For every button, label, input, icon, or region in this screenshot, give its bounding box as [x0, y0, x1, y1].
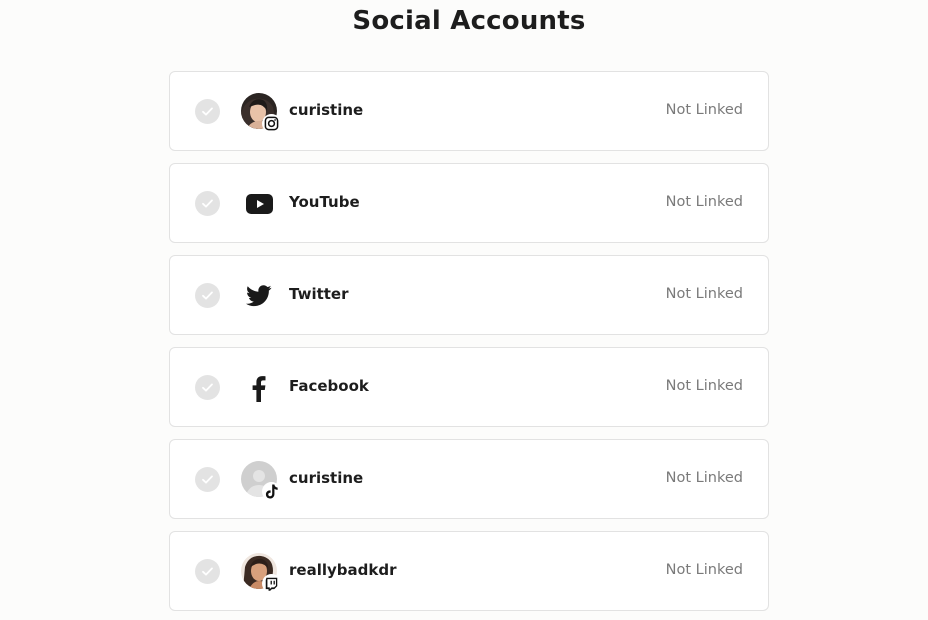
- account-row-youtube[interactable]: YouTube Not Linked: [169, 163, 769, 243]
- twitter-icon: [243, 281, 275, 311]
- social-accounts-page: Social Accounts curistine Not Linked You…: [0, 0, 928, 620]
- avatar: [241, 461, 281, 501]
- link-status: Not Linked: [665, 470, 743, 486]
- check-icon: [202, 567, 213, 576]
- link-status: Not Linked: [665, 194, 743, 210]
- check-icon: [202, 107, 213, 116]
- twitch-icon: [262, 574, 281, 593]
- account-name: Twitter: [289, 285, 349, 303]
- account-row-twitch[interactable]: reallybadkdr Not Linked: [169, 531, 769, 611]
- account-name: YouTube: [289, 193, 360, 211]
- check-icon: [202, 291, 213, 300]
- tiktok-icon: [262, 482, 281, 501]
- check-icon: [202, 199, 213, 208]
- avatar: [241, 553, 281, 593]
- checkbox[interactable]: [195, 375, 220, 400]
- checkbox[interactable]: [195, 191, 220, 216]
- account-list: curistine Not Linked YouTube Not Linked: [169, 71, 769, 620]
- link-status: Not Linked: [665, 378, 743, 394]
- account-name: curistine: [289, 469, 364, 487]
- account-name: Facebook: [289, 377, 369, 395]
- account-name: curistine: [289, 101, 364, 119]
- checkbox[interactable]: [195, 99, 220, 124]
- link-status: Not Linked: [665, 102, 743, 118]
- page-title: Social Accounts: [352, 6, 586, 36]
- account-row-twitter[interactable]: Twitter Not Linked: [169, 255, 769, 335]
- youtube-icon: [243, 189, 275, 219]
- link-status: Not Linked: [665, 286, 743, 302]
- account-row-instagram[interactable]: curistine Not Linked: [169, 71, 769, 151]
- checkbox[interactable]: [195, 559, 220, 584]
- account-row-tiktok[interactable]: curistine Not Linked: [169, 439, 769, 519]
- account-row-facebook[interactable]: Facebook Not Linked: [169, 347, 769, 427]
- avatar: [241, 93, 281, 133]
- check-icon: [202, 383, 213, 392]
- checkbox[interactable]: [195, 283, 220, 308]
- account-name: reallybadkdr: [289, 561, 397, 579]
- link-status: Not Linked: [665, 562, 743, 578]
- check-icon: [202, 475, 213, 484]
- instagram-icon: [262, 114, 281, 133]
- checkbox[interactable]: [195, 467, 220, 492]
- facebook-icon: [243, 373, 275, 403]
